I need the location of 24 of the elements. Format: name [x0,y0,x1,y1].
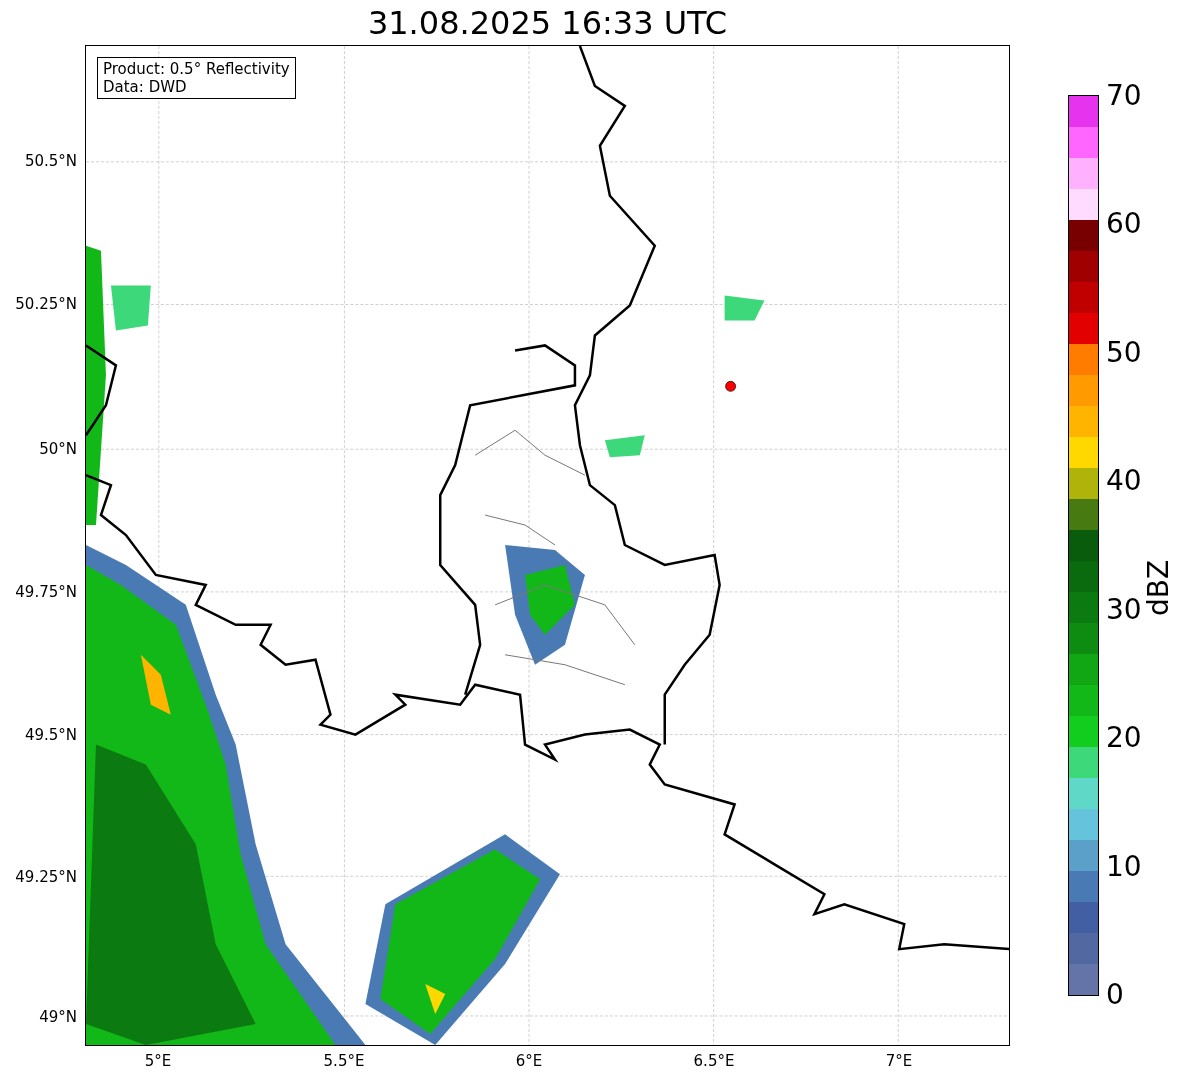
colorbar-tick-label: 60 [1106,209,1142,240]
colorbar-tick-label: 10 [1106,851,1142,882]
longitude-label: 6.5°E [693,1052,735,1070]
info-text: Data: DWD [103,78,188,96]
colorbar-tick-label: 0 [1106,980,1124,1010]
colorbar-tick-label: 30 [1106,594,1142,625]
colorbar-tick-label: 50 [1106,337,1142,368]
latitude-label: 49.5°N [24,726,77,744]
longitude-label: 5.5°E [323,1052,365,1070]
chart-title: 31.08.2025 16:33 UTC [367,6,728,39]
latitude-label: 49.25°N [15,868,77,886]
latitude-label: 49.75°N [15,583,77,601]
colorbar-label: dBZ [1144,559,1173,617]
info-text: Product: 0.5° Reflectivity [103,60,290,78]
longitude-label: 5°E [144,1052,172,1070]
colorbar-tick-label: 40 [1106,466,1142,497]
latitude-label: 50.25°N [15,295,77,313]
colorbar-tick-label: 70 [1106,81,1142,111]
colorbar-tick-label: 20 [1106,723,1142,754]
longitude-label: 6°E [515,1052,543,1070]
latitude-label: 50°N [39,440,77,458]
longitude-label: 7°E [885,1052,913,1070]
latitude-label: 50.5°N [24,152,77,170]
latitude-label: 49°N [39,1008,77,1026]
